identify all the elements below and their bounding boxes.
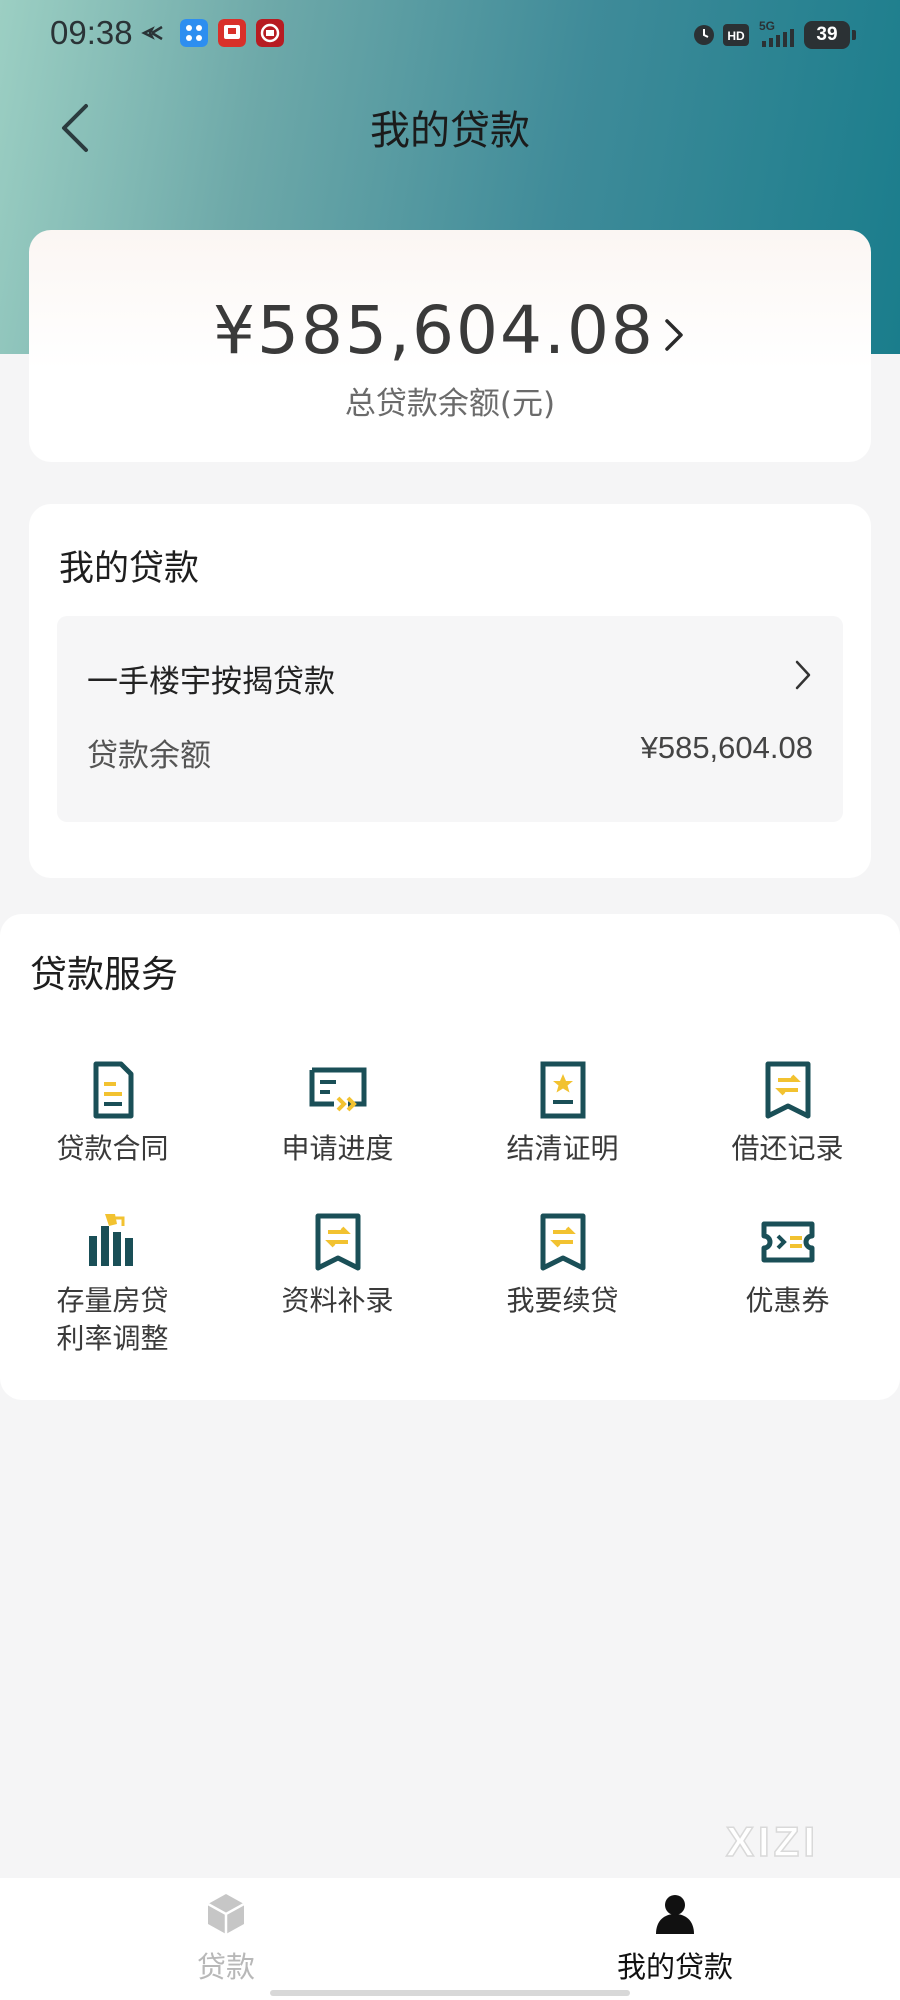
service-coupons[interactable]: 优惠券 [675,1212,900,1320]
total-amount[interactable]: ¥585,604.08 [29,292,871,369]
service-rate-adjustment[interactable]: 存量房贷 利率调整 [0,1212,225,1358]
alipay-app-icon [180,19,208,47]
signal-5g-icon: 5G [759,19,794,47]
loan-services-title: 贷款服务 [30,953,178,996]
contract-icon [93,1061,133,1119]
service-label: 优惠券 [745,1284,830,1317]
service-label-line2: 利率调整 [56,1322,169,1355]
coupon-icon [761,1221,814,1263]
tab-label: 贷款 [196,1950,255,1984]
service-renew-loan[interactable]: 我要续贷 [450,1212,675,1320]
service-supplement-materials[interactable]: 资料补录 [225,1212,450,1320]
bottom-nav: 贷款 我的贷款 [0,1878,900,2000]
tab-loans[interactable]: 贷款 [126,1892,326,1986]
my-loans-title: 我的贷款 [59,549,200,589]
service-label: 资料补录 [281,1284,394,1317]
chevron-right-icon [795,660,811,690]
svg-text:5G: 5G [759,19,775,33]
boc-app-icon [256,19,284,47]
alarm-icon [694,25,714,45]
certificate-icon [540,1061,585,1119]
tab-my-loans[interactable]: 我的贷款 [575,1892,775,1986]
battery-indicator: 39 [804,21,856,49]
watermark: XIZI [725,1817,820,1866]
service-label: 借还记录 [731,1132,844,1165]
chevron-right-icon [665,319,683,351]
service-label-line1: 存量房贷 [56,1284,169,1317]
records-icon [765,1061,810,1119]
page-title: 我的贷款 [370,108,530,154]
status-bar: 09:38 HD 5G 39 [0,0,900,70]
total-amount-value: ¥585,604.08 [213,292,655,369]
hd-icon: HD [723,24,749,46]
rate-chart-icon [88,1214,133,1266]
loan-services-card: 贷款服务 贷款合同 申请进度 结清证明 借还记录 存量房贷 利率调整 资料补录 … [0,914,900,1400]
my-loans-card: 我的贷款 一手楼宇按揭贷款 贷款余额 ¥585,604.08 [29,504,871,878]
service-settlement-certificate[interactable]: 结清证明 [450,1060,675,1168]
service-loan-contract[interactable]: 贷款合同 [0,1060,225,1168]
bank-app-icon [218,19,246,47]
total-balance-card[interactable]: ¥585,604.08 总贷款余额(元) [29,230,871,462]
progress-icon [309,1067,366,1112]
cube-icon [207,1894,245,1934]
service-label: 结清证明 [506,1132,619,1165]
service-label: 存量房贷 利率调整 [0,1282,225,1358]
total-balance-label: 总贷款余额(元) [344,386,556,422]
service-application-progress[interactable]: 申请进度 [225,1060,450,1168]
loan-balance-value: ¥585,604.08 [640,730,813,765]
service-label: 申请进度 [281,1132,394,1165]
home-indicator[interactable] [270,1990,630,1996]
person-icon [656,1895,694,1934]
service-label: 贷款合同 [56,1132,169,1165]
loan-name: 一手楼宇按揭贷款 [87,664,335,700]
loan-balance-label: 贷款余额 [87,738,211,774]
service-label: 我要续贷 [506,1284,619,1317]
status-time: 09:38 [50,14,133,51]
loan-item[interactable]: 一手楼宇按揭贷款 贷款余额 ¥585,604.08 [57,616,843,822]
notification-app-icon [141,25,163,41]
supplement-icon [315,1213,360,1271]
renew-icon [540,1213,585,1271]
svg-text:HD: HD [727,29,745,43]
service-borrow-repay-records[interactable]: 借还记录 [675,1060,900,1168]
tab-label: 我的贷款 [616,1950,733,1984]
